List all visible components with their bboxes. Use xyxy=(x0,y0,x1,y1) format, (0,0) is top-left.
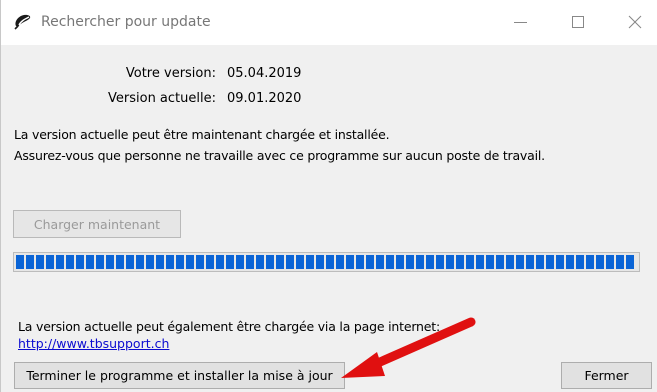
progress-segment xyxy=(626,255,634,269)
red-arrow-annotation xyxy=(341,317,476,378)
progress-segment xyxy=(356,255,364,269)
progress-segment xyxy=(186,255,194,269)
finish-install-button[interactable]: Terminer le programme et installer la mi… xyxy=(14,362,345,389)
progress-segment xyxy=(26,255,34,269)
progress-segment xyxy=(366,255,374,269)
progress-segment xyxy=(156,255,164,269)
progress-segment xyxy=(66,255,74,269)
progress-segment xyxy=(326,255,334,269)
info-message-line2: Assurez-vous que personne ne travaille a… xyxy=(14,148,545,163)
progress-segment xyxy=(286,255,294,269)
progress-segment xyxy=(416,255,424,269)
close-icon[interactable] xyxy=(615,9,655,35)
progress-segment xyxy=(46,255,54,269)
progress-segment xyxy=(486,255,494,269)
progress-segment xyxy=(236,255,244,269)
your-version-row: Votre version: 05.04.2019 xyxy=(1,66,657,84)
progress-segment xyxy=(206,255,214,269)
progress-segment xyxy=(436,255,444,269)
progress-segment xyxy=(256,255,264,269)
progress-segment xyxy=(466,255,474,269)
progress-segment xyxy=(126,255,134,269)
progress-segment xyxy=(266,255,274,269)
progress-segment xyxy=(396,255,404,269)
maximize-icon[interactable] xyxy=(558,9,598,35)
tbsupport-link[interactable]: http://www.tbsupport.ch xyxy=(18,336,169,351)
window-title: Rechercher pour update xyxy=(41,14,211,30)
current-version-label: Version actuelle: xyxy=(108,91,216,106)
progress-segment xyxy=(76,255,84,269)
progress-segment xyxy=(536,255,544,269)
close-button[interactable]: Fermer xyxy=(561,362,652,389)
progress-segment xyxy=(516,255,524,269)
progress-segment xyxy=(86,255,94,269)
progress-segment xyxy=(526,255,534,269)
progress-segment xyxy=(336,255,344,269)
progress-segment xyxy=(146,255,154,269)
progress-segment xyxy=(586,255,594,269)
progress-segment xyxy=(136,255,144,269)
progress-segment xyxy=(36,255,44,269)
progress-segment xyxy=(316,255,324,269)
progress-segment xyxy=(116,255,124,269)
your-version-label: Votre version: xyxy=(125,66,216,81)
progress-segment xyxy=(376,255,384,269)
progress-segment xyxy=(566,255,574,269)
progress-segment xyxy=(606,255,614,269)
load-now-button[interactable]: Charger maintenant xyxy=(13,210,181,238)
progress-segment xyxy=(546,255,554,269)
progress-segment xyxy=(386,255,394,269)
progress-segment xyxy=(226,255,234,269)
progress-segment xyxy=(456,255,464,269)
progress-segment xyxy=(596,255,604,269)
pen-icon xyxy=(14,14,31,30)
progress-segment xyxy=(616,255,624,269)
info-message-line1: La version actuelle peut être maintenant… xyxy=(14,127,390,142)
progress-segment xyxy=(346,255,354,269)
progress-segment xyxy=(556,255,564,269)
progress-segment xyxy=(276,255,284,269)
progress-segment xyxy=(306,255,314,269)
title-bar: Rechercher pour update xyxy=(1,0,657,45)
progress-segment xyxy=(446,255,454,269)
progress-segment xyxy=(476,255,484,269)
progress-segment xyxy=(406,255,414,269)
progress-segment xyxy=(166,255,174,269)
progress-segment xyxy=(216,255,224,269)
progress-segment xyxy=(496,255,504,269)
your-version-value: 05.04.2019 xyxy=(227,66,302,81)
minimize-icon[interactable] xyxy=(501,9,541,35)
update-dialog: Rechercher pour update Votre version: 05… xyxy=(0,0,657,392)
progress-segment xyxy=(96,255,104,269)
progress-segment xyxy=(576,255,584,269)
progress-segment xyxy=(106,255,114,269)
download-progress-bar xyxy=(13,252,640,272)
progress-segment xyxy=(296,255,304,269)
progress-segment xyxy=(176,255,184,269)
progress-segment xyxy=(506,255,514,269)
current-version-value: 09.01.2020 xyxy=(227,91,302,106)
progress-segment xyxy=(196,255,204,269)
progress-segment xyxy=(246,255,254,269)
progress-segment xyxy=(56,255,64,269)
progress-segment xyxy=(16,255,24,269)
progress-segment xyxy=(426,255,434,269)
current-version-row: Version actuelle: 09.01.2020 xyxy=(1,91,657,109)
